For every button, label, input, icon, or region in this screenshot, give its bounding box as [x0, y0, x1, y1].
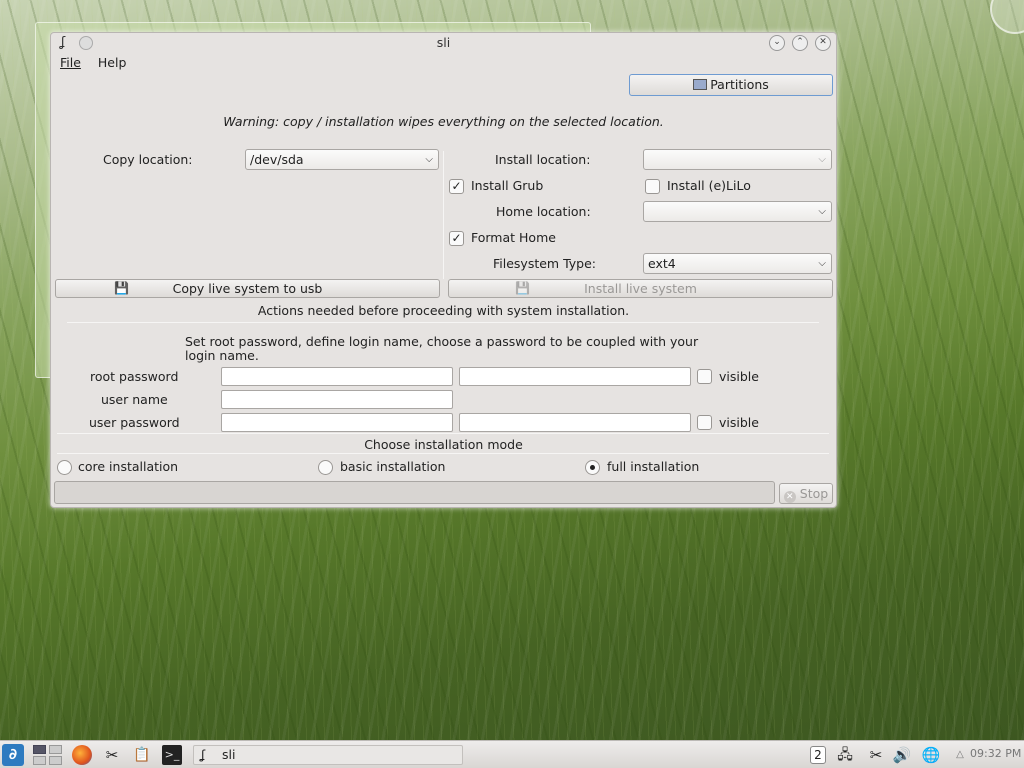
- user-password-visible-checkbox[interactable]: [697, 415, 712, 430]
- pager-icon[interactable]: [33, 745, 63, 765]
- root-password-label: root password: [90, 369, 179, 384]
- volume-icon[interactable]: 🔊: [892, 745, 912, 765]
- install-grub-label: Install Grub: [471, 178, 544, 193]
- install-live-system-button[interactable]: 💾 Install live system: [448, 279, 833, 298]
- start-menu-icon[interactable]: ∂: [2, 744, 24, 766]
- scissors-icon[interactable]: ✂: [866, 745, 886, 765]
- copy-live-system-label: Copy live system to usb: [172, 281, 323, 296]
- home-location-select[interactable]: ⌵: [643, 201, 832, 222]
- chevron-down-icon: ⌵: [425, 154, 433, 165]
- app-icon: ʆ: [201, 747, 206, 762]
- chevron-down-icon: ⌵: [818, 206, 826, 217]
- taskbar: ∂ ✂ 📋 >_ ʆ sli 2 🖧 ✂ 🔊 🌐 △ 09:32 PM: [0, 740, 1024, 768]
- install-location-label: Install location:: [495, 152, 591, 167]
- chevron-down-icon: ⌵: [818, 154, 826, 165]
- full-installation-label: full installation: [607, 459, 700, 474]
- network-icon[interactable]: 🖧: [835, 745, 855, 765]
- clipboard-icon[interactable]: 📋: [132, 745, 152, 765]
- settings-tools-icon[interactable]: ✂: [102, 745, 122, 765]
- filesystem-type-label: Filesystem Type:: [493, 256, 597, 271]
- full-installation-radio[interactable]: [585, 460, 600, 475]
- separator: [57, 453, 829, 454]
- instructions-text: Set root password, define login name, ch…: [185, 334, 699, 363]
- format-home-label: Format Home: [471, 230, 556, 245]
- install-lilo-checkbox[interactable]: [645, 179, 660, 194]
- maximize-button[interactable]: ⌃: [792, 35, 808, 51]
- taskbar-item-label: sli: [222, 747, 236, 762]
- user-password-label: user password: [89, 415, 180, 430]
- title-bar: ʆ sli ⌄ ⌃ ✕: [51, 33, 836, 53]
- chevron-up-icon[interactable]: △: [950, 745, 970, 765]
- partitions-label: Partitions: [710, 77, 769, 92]
- warning-text: Warning: copy / installation wipes every…: [223, 114, 664, 129]
- root-password-confirm-field[interactable]: [459, 367, 691, 386]
- copy-location-select[interactable]: /dev/sda ⌵: [245, 149, 439, 170]
- stop-button[interactable]: ✕ Stop: [779, 483, 833, 504]
- actions-needed-text: Actions needed before proceeding with sy…: [257, 303, 630, 318]
- pin-icon[interactable]: [79, 36, 93, 50]
- separator: [67, 322, 819, 323]
- terminal-icon[interactable]: >_: [162, 745, 182, 765]
- root-password-field[interactable]: [221, 367, 453, 386]
- stop-label: Stop: [799, 486, 829, 501]
- menu-bar: File Help: [51, 53, 836, 73]
- filesystem-type-value: ext4: [648, 256, 676, 271]
- install-lilo-label: Install (e)LiLo: [667, 178, 751, 193]
- core-installation-radio[interactable]: [57, 460, 72, 475]
- format-home-checkbox[interactable]: ✓: [449, 231, 464, 246]
- sli-window: ʆ sli ⌄ ⌃ ✕ File Help Partitions Warning…: [50, 32, 837, 508]
- root-password-visible-checkbox[interactable]: [697, 369, 712, 384]
- taskbar-item-sli[interactable]: ʆ sli: [193, 745, 463, 765]
- partitions-button[interactable]: Partitions: [629, 74, 833, 96]
- basic-installation-radio[interactable]: [318, 460, 333, 475]
- firefox-icon[interactable]: [72, 745, 92, 765]
- user-password-visible-label: visible: [719, 415, 759, 430]
- column-divider: [443, 151, 444, 279]
- user-password-confirm-field[interactable]: [459, 413, 691, 432]
- chevron-down-icon: ⌵: [818, 258, 826, 269]
- app-icon[interactable]: ʆ: [56, 35, 70, 50]
- menu-help[interactable]: Help: [98, 55, 127, 70]
- window-title: sli: [436, 35, 451, 50]
- stop-icon: ✕: [783, 491, 796, 503]
- root-password-visible-label: visible: [719, 369, 759, 384]
- minimize-button[interactable]: ⌄: [769, 35, 785, 51]
- home-location-label: Home location:: [496, 204, 591, 219]
- separator: [57, 433, 829, 434]
- core-installation-label: core installation: [78, 459, 179, 474]
- copy-location-label: Copy location:: [103, 152, 193, 167]
- clock[interactable]: 09:32 PM: [970, 747, 1021, 760]
- partitions-icon: [693, 79, 708, 90]
- save-icon: 💾: [114, 281, 129, 295]
- globe-icon[interactable]: 🌐: [921, 745, 941, 765]
- menu-file[interactable]: File: [60, 55, 81, 70]
- install-location-select[interactable]: ⌵: [643, 149, 832, 170]
- basic-installation-label: basic installation: [340, 459, 446, 474]
- progress-bar: [54, 481, 775, 504]
- save-icon: 💾: [515, 281, 530, 295]
- user-name-label: user name: [101, 392, 168, 407]
- copy-location-value: /dev/sda: [250, 152, 304, 167]
- installation-mode-heading: Choose installation mode: [364, 437, 523, 452]
- copy-live-system-button[interactable]: 💾 Copy live system to usb: [55, 279, 440, 298]
- install-live-system-label: Install live system: [584, 281, 697, 296]
- close-button[interactable]: ✕: [815, 35, 831, 51]
- user-password-field[interactable]: [221, 413, 453, 432]
- install-grub-checkbox[interactable]: ✓: [449, 179, 464, 194]
- filesystem-type-select[interactable]: ext4 ⌵: [643, 253, 832, 274]
- desktop-number[interactable]: 2: [810, 746, 826, 764]
- user-name-field[interactable]: [221, 390, 453, 409]
